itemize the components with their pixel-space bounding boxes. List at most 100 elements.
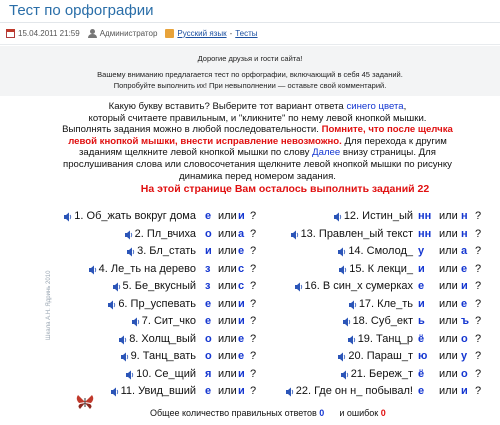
answer-option-b[interactable]: о <box>461 333 468 345</box>
speaker-icon[interactable] <box>120 352 129 362</box>
article-date: 15.04.2011 21:59 <box>18 28 80 38</box>
answer-option-a[interactable]: я <box>205 368 211 380</box>
question-row: 22. Где он н_ побывал! е или и? <box>285 385 495 399</box>
speaker-icon[interactable] <box>294 282 303 292</box>
answer-option-a[interactable]: е <box>205 385 211 397</box>
speaker-icon[interactable] <box>110 387 119 397</box>
section-link[interactable]: Тесты <box>235 29 257 38</box>
speaker-icon[interactable] <box>337 247 346 257</box>
question-mark: ? <box>475 332 482 345</box>
speaker-icon[interactable] <box>124 230 133 240</box>
answer-option-b[interactable]: е <box>238 333 244 345</box>
question-row: 14. Смолод_ у или а? <box>285 245 495 259</box>
question-mark: ? <box>475 297 482 310</box>
answer-option-b[interactable]: и <box>238 298 245 310</box>
question-text: 22. Где он н_ побывал! <box>295 385 413 397</box>
answer-option-b[interactable]: а <box>461 245 467 257</box>
answer-option-a[interactable]: о <box>205 333 212 345</box>
answer-option-b[interactable]: н <box>461 228 468 240</box>
speaker-icon[interactable] <box>63 212 72 222</box>
speaker-icon[interactable] <box>126 247 135 257</box>
or-label: или <box>218 385 237 397</box>
question-mark: ? <box>475 227 482 240</box>
answer-option-b[interactable]: е <box>461 263 467 275</box>
page-title: Тест по орфографии <box>9 2 154 19</box>
speaker-icon[interactable] <box>337 352 346 362</box>
calendar-icon <box>6 28 15 38</box>
or-label: или <box>218 350 237 362</box>
answer-option-a[interactable]: и <box>418 298 425 310</box>
answer-option-a[interactable]: ё <box>418 333 424 345</box>
or-label: или <box>218 227 237 240</box>
speaker-icon[interactable] <box>347 335 356 345</box>
answer-option-b[interactable]: а <box>238 228 244 240</box>
answer-option-a[interactable]: нн <box>418 210 431 222</box>
answer-option-a[interactable]: е <box>418 385 424 397</box>
article-author: Администратор <box>99 28 158 38</box>
answer-option-b[interactable]: е <box>238 245 244 257</box>
or-label: или <box>218 245 237 257</box>
question-text: 2. Пл_вчиха <box>134 227 196 240</box>
answer-option-a[interactable]: о <box>205 228 212 240</box>
speaker-icon[interactable] <box>333 212 342 222</box>
question-text: 17. Кле_ть <box>358 297 413 310</box>
speaker-icon[interactable] <box>125 370 134 380</box>
speaker-icon[interactable] <box>118 335 127 345</box>
question-mark: ? <box>250 332 257 345</box>
or-label: или <box>439 367 458 380</box>
answer-option-b[interactable]: ъ <box>461 315 469 327</box>
speaker-icon[interactable] <box>112 282 121 292</box>
answer-option-a[interactable]: о <box>205 350 212 362</box>
answer-option-a[interactable]: и <box>205 245 212 257</box>
answer-option-b[interactable]: и <box>238 385 245 397</box>
question-row: 12. Истин_ый нн или н? <box>285 210 495 224</box>
answer-option-a[interactable]: з <box>205 263 210 275</box>
answer-option-a[interactable]: е <box>418 280 424 292</box>
answer-option-a[interactable]: е <box>205 315 211 327</box>
answer-option-b[interactable]: е <box>461 298 467 310</box>
instructions: Какую букву вставить? Выберите тот вариа… <box>60 101 455 182</box>
speaker-icon[interactable] <box>338 265 347 275</box>
instruction-text: Какую букву вставить? Выберите тот вариа… <box>108 101 347 112</box>
answer-option-a[interactable]: з <box>205 280 210 292</box>
speaker-icon[interactable] <box>342 317 351 327</box>
speaker-icon[interactable] <box>107 300 116 310</box>
answer-option-a[interactable]: и <box>418 263 425 275</box>
vertical-credit: Шкала А.Н. Ядринь 2010 <box>46 270 52 340</box>
question-row: 15. К лекци_ и или е? <box>285 263 495 277</box>
answer-option-b[interactable]: с <box>238 263 244 275</box>
speaker-icon[interactable] <box>88 265 97 275</box>
speaker-icon[interactable] <box>348 300 357 310</box>
answer-option-b[interactable]: е <box>238 350 244 362</box>
answer-option-a[interactable]: нн <box>418 228 431 240</box>
answer-option-b[interactable]: и <box>238 368 245 380</box>
speaker-icon[interactable] <box>285 387 294 397</box>
question-row: 16. В син_х сумерках е или и? <box>285 280 495 294</box>
answer-option-a[interactable]: ь <box>418 315 425 327</box>
question-mark: ? <box>250 280 257 292</box>
speaker-icon[interactable] <box>131 317 140 327</box>
question-text: 15. К лекци_ <box>349 262 413 275</box>
answer-option-a[interactable]: е <box>205 298 211 310</box>
answer-option-a[interactable]: ё <box>418 368 424 380</box>
or-label: или <box>439 350 458 362</box>
speaker-icon[interactable] <box>290 230 299 240</box>
answer-option-b[interactable]: и <box>461 280 468 292</box>
answer-option-b[interactable]: о <box>461 368 468 380</box>
answer-option-b[interactable]: и <box>238 315 245 327</box>
answer-option-b[interactable]: н <box>461 210 468 222</box>
answer-option-a[interactable]: е <box>205 210 211 222</box>
answer-option-a[interactable]: ю <box>418 350 427 362</box>
answer-option-b[interactable]: и <box>238 210 245 222</box>
question-mark: ? <box>250 262 257 275</box>
category-link[interactable]: Русский язык <box>177 29 226 38</box>
answer-option-a[interactable]: у <box>418 245 424 257</box>
answer-option-b[interactable]: с <box>238 280 244 292</box>
or-label: или <box>218 297 237 310</box>
answer-option-b[interactable]: и <box>461 385 468 397</box>
score-errors-label: и ошибок <box>339 408 379 418</box>
answer-option-b[interactable]: у <box>461 350 467 362</box>
speaker-icon[interactable] <box>340 370 349 380</box>
or-label: или <box>439 280 458 292</box>
title-bar: Тест по орфографии <box>0 0 500 23</box>
